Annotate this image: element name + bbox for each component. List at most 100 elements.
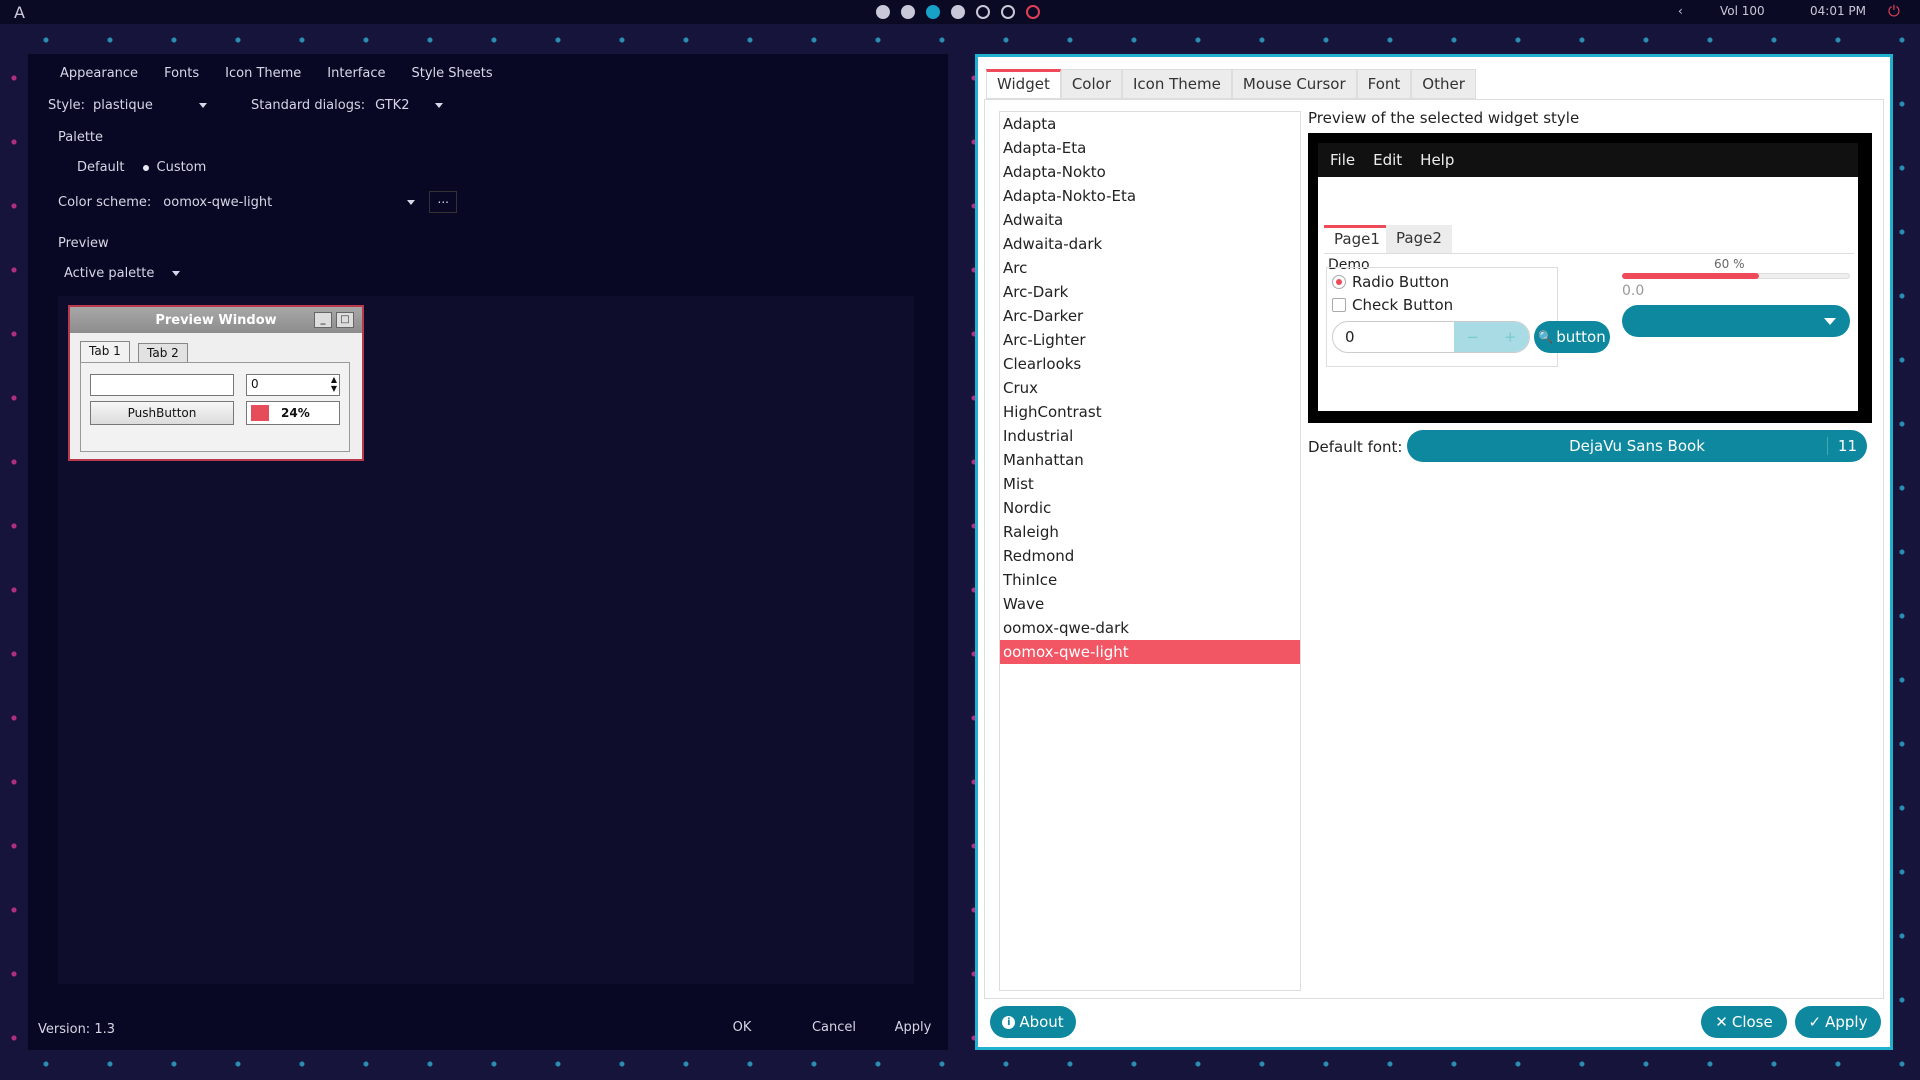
theme-list-item[interactable]: ThinIce (1000, 568, 1300, 592)
color-scheme-combo[interactable]: oomox-qwe-light (163, 195, 416, 210)
scale-value: 0.0 (1622, 283, 1645, 299)
demo-radio-button[interactable]: Radio Button (1332, 273, 1449, 291)
theme-list-item[interactable]: Redmond (1000, 544, 1300, 568)
checkbox-icon (1332, 298, 1346, 312)
tab-interface[interactable]: Interface (315, 64, 397, 86)
theme-list-item[interactable]: Crux (1000, 376, 1300, 400)
workspace-5[interactable] (976, 5, 990, 19)
cancel-button[interactable]: Cancel (804, 1020, 864, 1035)
workspace-7[interactable] (1026, 5, 1040, 19)
dialogs-value: GTK2 (375, 98, 410, 113)
tab-other[interactable]: Other (1411, 69, 1476, 99)
demo-check-button[interactable]: Check Button (1332, 296, 1453, 314)
workspace-1[interactable] (876, 5, 890, 19)
palette-default-radio[interactable]: Default (77, 160, 125, 175)
theme-list-item[interactable]: Clearlooks (1000, 352, 1300, 376)
launcher-logo-icon[interactable]: A (14, 3, 25, 22)
tab-mouse-cursor[interactable]: Mouse Cursor (1231, 69, 1357, 99)
theme-list-item[interactable]: Adapta-Eta (1000, 136, 1300, 160)
apply-label: Apply (1825, 1013, 1868, 1031)
maximize-icon[interactable]: □ (336, 312, 354, 328)
ok-button[interactable]: OK (720, 1020, 764, 1035)
close-button[interactable]: ✕ Close (1701, 1006, 1787, 1038)
preview-window-title: Preview Window (155, 312, 277, 328)
color-scheme-label: Color scheme: (58, 194, 152, 210)
style-combo[interactable]: plastique (93, 98, 208, 113)
theme-list-item[interactable]: Adapta (1000, 112, 1300, 136)
workspace-3[interactable] (926, 5, 940, 19)
tab-widget[interactable]: Widget (986, 69, 1061, 99)
preview-window-titlebar: Preview Window _ □ (70, 307, 362, 333)
theme-list-item[interactable]: Industrial (1000, 424, 1300, 448)
preview-tab-2[interactable]: Tab 2 (138, 343, 188, 363)
theme-list-item[interactable]: HighContrast (1000, 400, 1300, 424)
tab-page1[interactable]: Page1 (1324, 225, 1390, 253)
apply-button[interactable]: ✓ Apply (1795, 1006, 1881, 1038)
power-icon[interactable]: ⏻ (1888, 2, 1900, 20)
radio-label: Radio Button (1352, 273, 1450, 291)
workspace-4[interactable] (951, 5, 965, 19)
progress-chunk (251, 405, 269, 421)
palette-options: Default Custom (77, 160, 206, 175)
tab-fonts[interactable]: Fonts (152, 64, 211, 86)
preview-spinbox[interactable]: 0 ▲ ▼ (246, 374, 340, 396)
minimize-icon[interactable]: _ (314, 312, 332, 328)
preview-push-button[interactable]: PushButton (90, 401, 234, 425)
theme-list-item[interactable]: Raleigh (1000, 520, 1300, 544)
dialog-buttons: OK Cancel Apply (720, 1020, 938, 1035)
progress-text: 60 % (1714, 257, 1745, 271)
about-button[interactable]: i About (990, 1006, 1076, 1038)
theme-list-item[interactable]: Arc (1000, 256, 1300, 280)
volume-indicator[interactable]: Vol 100 (1720, 4, 1765, 18)
theme-list-item[interactable]: Nordic (1000, 496, 1300, 520)
default-font-button[interactable]: DejaVu Sans Book 11 (1407, 430, 1867, 462)
palette-custom-radio[interactable]: Custom (142, 160, 207, 175)
tab-icon-theme[interactable]: Icon Theme (213, 64, 313, 86)
menu-edit[interactable]: Edit (1373, 151, 1402, 169)
theme-list-item[interactable]: Adapta-Nokto-Eta (1000, 184, 1300, 208)
palette-preview-combo[interactable]: Active palette (64, 266, 181, 281)
theme-list-item[interactable]: oomox-qwe-dark (1000, 616, 1300, 640)
dialogs-combo[interactable]: GTK2 (375, 98, 444, 113)
theme-list-item[interactable]: Mist (1000, 472, 1300, 496)
demo-button-label: button (1556, 328, 1606, 346)
workspace-6[interactable] (1001, 5, 1015, 19)
theme-list-item[interactable]: Adapta-Nokto (1000, 160, 1300, 184)
color-scheme-more-button[interactable]: ... (429, 191, 458, 213)
style-row: Style: plastique Standard dialogs: GTK2 (48, 98, 444, 113)
palette-custom-label: Custom (156, 160, 207, 175)
demo-button[interactable]: 🔍 button (1534, 321, 1610, 353)
tab-style-sheets[interactable]: Style Sheets (400, 64, 505, 86)
theme-list-item[interactable]: Arc-Dark (1000, 280, 1300, 304)
tab-font[interactable]: Font (1356, 69, 1412, 99)
menu-help[interactable]: Help (1420, 151, 1454, 169)
plus-icon: + (1503, 328, 1517, 346)
tab-appearance[interactable]: Appearance (48, 64, 150, 86)
minus-icon: − (1466, 328, 1479, 346)
demo-content: Page1 Page2 Demo Radio Button Check Butt… (1318, 177, 1858, 411)
theme-list-item[interactable]: Adwaita (1000, 208, 1300, 232)
chevron-down-icon (407, 199, 416, 205)
demo-combo[interactable] (1622, 305, 1850, 337)
workspace-2[interactable] (901, 5, 915, 19)
theme-list-item[interactable]: Arc-Lighter (1000, 328, 1300, 352)
spin-buttons[interactable]: − + (1453, 322, 1529, 352)
spin-arrows-icon[interactable]: ▲ ▼ (331, 375, 337, 393)
tab-color[interactable]: Color (1060, 69, 1122, 99)
preview-label: Preview of the selected widget style (1308, 109, 1580, 127)
theme-list-item[interactable]: oomox-qwe-light (1000, 640, 1300, 664)
panel-prev-arrow-icon[interactable]: ‹ (1678, 4, 1683, 18)
theme-list-item[interactable]: Wave (1000, 592, 1300, 616)
theme-list-item[interactable]: Arc-Darker (1000, 304, 1300, 328)
tab-page2[interactable]: Page2 (1386, 225, 1452, 253)
theme-list[interactable]: Adapta Adapta-Eta Adapta-Nokto Adapta-Nokto… (999, 111, 1301, 991)
apply-button[interactable]: Apply (888, 1020, 938, 1035)
info-icon: i (1002, 1015, 1016, 1029)
tab-icon-theme[interactable]: Icon Theme (1122, 69, 1232, 99)
preview-line-edit[interactable] (90, 374, 234, 396)
theme-list-item[interactable]: Manhattan (1000, 448, 1300, 472)
menu-file[interactable]: File (1330, 151, 1355, 169)
demo-spinbutton[interactable]: 0 − + (1332, 321, 1530, 353)
theme-list-item[interactable]: Adwaita-dark (1000, 232, 1300, 256)
demo-progress-fill (1622, 273, 1759, 279)
